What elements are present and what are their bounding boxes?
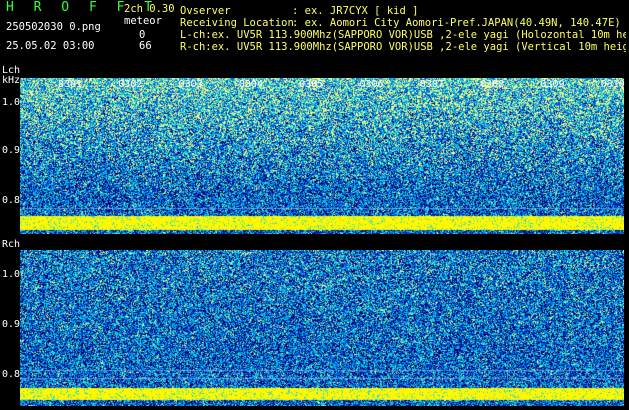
location-label: Receiving Location <box>180 17 294 29</box>
lch-ytick-0.9: 0.9 <box>2 145 21 156</box>
x-tick-0307: 0307 <box>419 79 444 90</box>
observer-value: : ex. JR7CYX [ kid ] <box>292 5 419 17</box>
location-value: : ex. Aomori City Aomori-Pref.JAPAN(40.4… <box>292 17 621 29</box>
rch-label: Rch <box>2 239 21 250</box>
rch-description: R-ch:ex. UV5R 113.900Mhz(SAPPORO VOR)USB… <box>180 41 626 53</box>
rch-waterfall <box>20 250 624 406</box>
timestamp: 25.05.02 03:00 <box>6 40 95 52</box>
filename: 250502030 0.png <box>6 21 101 33</box>
x-tick-0310: 0310 <box>600 79 625 90</box>
x-tick-0308: 0308 <box>480 79 505 90</box>
rch-ytick-0.8: 0.8 <box>2 369 21 380</box>
rch-ytick-1.0: 1.0 <box>2 269 21 280</box>
meteor-label: meteor <box>124 15 162 27</box>
lch-ytick-1.0: 1.0 <box>2 97 21 108</box>
x-tick-0305: 0305 <box>299 79 324 90</box>
lch-description: L-ch:ex. UV5R 113.900Mhz(SAPPORO VOR)USB… <box>180 29 626 41</box>
lch-ytick-0.8: 0.8 <box>2 195 21 206</box>
x-tick-0303: 0303 <box>178 79 203 90</box>
observer-label: Ovserver <box>180 5 231 17</box>
x-tick-0306: 0306 <box>359 79 384 90</box>
meteor-count-r: 66 <box>139 40 152 52</box>
lch-waterfall <box>20 78 624 234</box>
mode-label: 2ch 0.30 <box>124 3 175 15</box>
lch-unit: kHz <box>2 75 21 86</box>
rch-ytick-0.9: 0.9 <box>2 319 21 330</box>
x-tick-0301: 0301 <box>58 79 83 90</box>
x-tick-0304: 0304 <box>238 79 263 90</box>
x-tick-0302: 0302 <box>118 79 143 90</box>
x-tick-0309: 0309 <box>540 79 565 90</box>
